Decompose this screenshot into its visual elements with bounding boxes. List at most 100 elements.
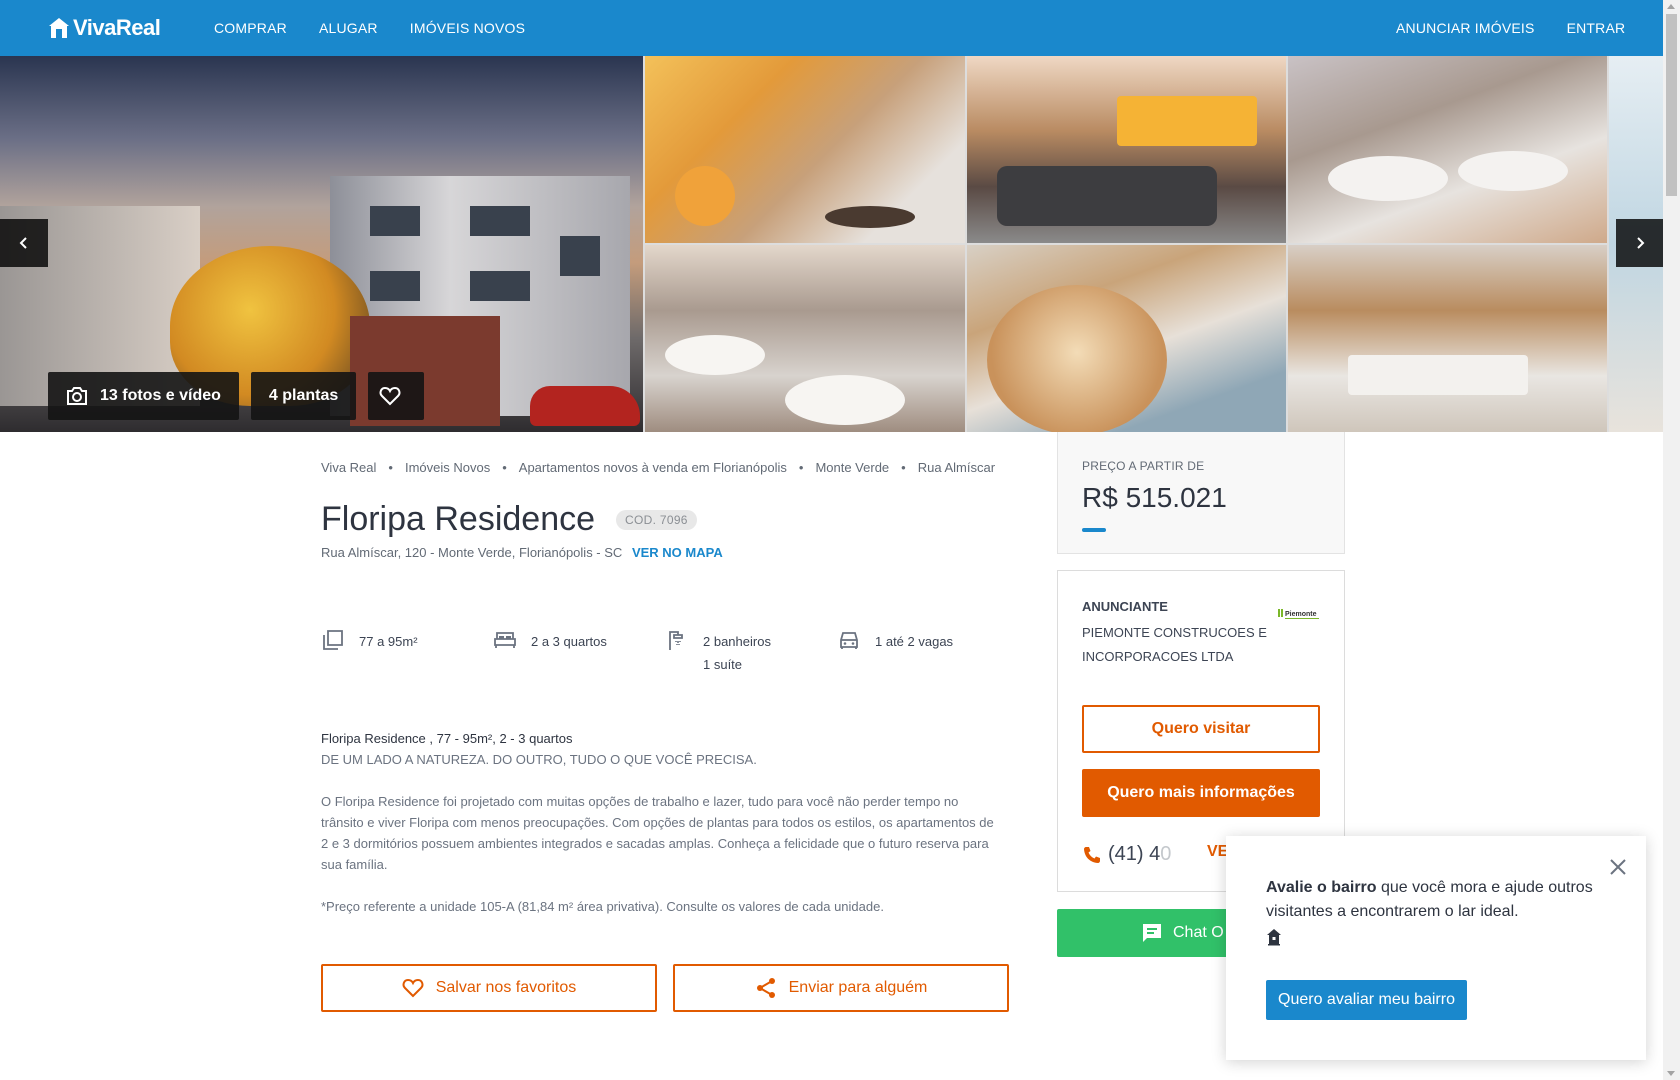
share-label: Enviar para alguém — [788, 979, 928, 996]
breadcrumb-item[interactable]: Rua Almíscar — [918, 460, 995, 475]
description-body: O Floripa Residence foi projetado com mu… — [321, 794, 994, 872]
advertiser-logo[interactable]: Piemonte — [1278, 607, 1322, 621]
bedrooms-value: 2 a 3 quartos — [531, 634, 607, 649]
price-value: R$ 515.021 — [1082, 482, 1227, 513]
shower-icon — [669, 631, 683, 650]
property-features: 77 a 95m² 2 a 3 quartos 2 banheiros 1 su… — [321, 630, 1009, 676]
address-text: Rua Almíscar, 120 - Monte Verde, Florian… — [321, 545, 623, 560]
nav-alugar[interactable]: ALUGAR — [319, 20, 378, 36]
gallery-actions: 13 fotos e vídeo 4 plantas — [48, 372, 425, 420]
main-nav: COMPRAR ALUGAR IMÓVEIS NOVOS — [214, 0, 557, 56]
feature-parking: 1 até 2 vagas — [837, 630, 1009, 676]
phone-number-hidden: 0 — [1160, 843, 1172, 865]
breadcrumb-item[interactable]: Viva Real — [321, 460, 376, 475]
request-info-button[interactable]: Quero mais informações — [1082, 769, 1320, 817]
save-favorites-button[interactable]: Salvar nos favoritos — [321, 964, 657, 1012]
gallery-photo-coworking[interactable] — [1288, 245, 1607, 432]
nav-comprar[interactable]: COMPRAR — [214, 20, 287, 36]
rate-neighborhood-button[interactable]: Quero avaliar meu bairro — [1266, 980, 1467, 1020]
price-card: PREÇO A PARTIR DE R$ 515.021 — [1057, 432, 1345, 554]
area-icon — [323, 630, 343, 650]
vertical-scrollbar[interactable] — [1663, 0, 1680, 1080]
listing-description: Floripa Residence , 77 - 95m², 2 - 3 qua… — [321, 728, 1001, 938]
plans-button[interactable]: 4 plantas — [250, 372, 357, 420]
listing-address: Rua Almíscar, 120 - Monte Verde, Florian… — [321, 545, 723, 560]
advertiser-name[interactable]: PIEMONTE CONSTRUCOES E INCORPORACOES LTD… — [1082, 621, 1272, 669]
price-accent-bar — [1082, 528, 1106, 532]
advertiser-logo-text: Piemonte — [1285, 611, 1317, 618]
popup-message: Avalie o bairro que você mora e ajude ou… — [1266, 876, 1611, 946]
schedule-visit-button[interactable]: Quero visitar — [1082, 705, 1320, 753]
scrollbar-thumb[interactable] — [1666, 14, 1677, 196]
popup-message-bold: Avalie o bairro — [1266, 879, 1377, 896]
description-price-note: *Preço referente a unidade 105-A (81,84 … — [321, 899, 884, 914]
chevron-right-icon — [1637, 237, 1645, 249]
breadcrumb-separator: • — [388, 460, 393, 475]
suites-count: 1 suíte — [703, 657, 743, 672]
car-icon — [840, 632, 858, 649]
title-row: Floripa Residence COD. 7096 — [321, 500, 697, 539]
house-icon — [1267, 929, 1281, 946]
photos-button[interactable]: 13 fotos e vídeo — [48, 372, 239, 420]
parking-value: 1 até 2 vagas — [875, 634, 954, 649]
gallery-prev-button[interactable] — [0, 219, 48, 267]
breadcrumb-item[interactable]: Imóveis Novos — [405, 460, 490, 475]
vivareal-logo[interactable]: VivaReal — [47, 14, 161, 42]
listing-actions: Salvar nos favoritos Enviar para alguém — [321, 964, 1009, 1012]
heart-icon — [402, 978, 424, 998]
description-title: Floripa Residence , 77 - 95m², 2 - 3 qua… — [321, 731, 573, 746]
feature-bedrooms: 2 a 3 quartos — [493, 630, 665, 676]
see-on-map-link[interactable]: VER NO MAPA — [632, 545, 723, 560]
breadcrumb-item[interactable]: Monte Verde — [815, 460, 889, 475]
gallery-photo-dining[interactable] — [645, 245, 965, 432]
logo-text: VivaReal — [73, 15, 161, 40]
plans-label: 4 plantas — [268, 387, 339, 404]
price-label: PREÇO A PARTIR DE — [1082, 459, 1205, 473]
nav-anunciar-imoveis[interactable]: ANUNCIAR IMÓVEIS — [1396, 20, 1535, 36]
description-tagline: DE UM LADO A NATUREZA. DO OUTRO, TUDO O … — [321, 752, 757, 767]
breadcrumb-separator: • — [502, 460, 507, 475]
gallery-photo-party-room[interactable] — [1288, 56, 1607, 243]
bathrooms-count: 2 banheiros — [703, 634, 771, 649]
feature-area: 77 a 95m² — [321, 630, 493, 676]
share-icon — [756, 978, 775, 998]
advertiser-phone[interactable]: (41) 40 — [1082, 843, 1171, 866]
scroll-up-arrow-icon[interactable] — [1667, 4, 1675, 9]
bed-icon — [494, 632, 516, 648]
close-icon[interactable] — [1607, 856, 1629, 878]
nav-entrar[interactable]: ENTRAR — [1567, 20, 1626, 36]
save-favorites-label: Salvar nos favoritos — [435, 979, 577, 996]
feature-bathrooms: 2 banheiros 1 suíte — [665, 630, 837, 676]
gallery-photo-cinema[interactable] — [967, 56, 1286, 243]
breadcrumb: Viva Real • Imóveis Novos • Apartamentos… — [321, 460, 995, 475]
area-value: 77 a 95m² — [359, 634, 418, 649]
chat-icon — [1143, 924, 1161, 942]
gallery-next-button[interactable] — [1616, 219, 1663, 267]
gallery-photo-pet-area[interactable] — [967, 245, 1286, 432]
phone-icon — [1084, 846, 1100, 863]
phone-number: (41) 4 — [1108, 843, 1161, 865]
page: VivaReal COMPRAR ALUGAR IMÓVEIS NOVOS AN… — [0, 0, 1680, 1080]
camera-icon — [67, 387, 87, 405]
photo-gallery: 13 fotos e vídeo 4 plantas — [0, 56, 1663, 432]
chevron-left-icon — [19, 237, 27, 249]
red-car — [530, 386, 640, 426]
heart-icon — [379, 386, 401, 406]
photos-label: 13 fotos e vídeo — [100, 387, 221, 404]
chat-label: Chat O — [1173, 924, 1224, 941]
gallery-favorite-button[interactable] — [368, 372, 425, 420]
top-header: VivaReal COMPRAR ALUGAR IMÓVEIS NOVOS AN… — [0, 0, 1663, 56]
advertiser-label: ANUNCIANTE — [1082, 599, 1168, 614]
share-button[interactable]: Enviar para alguém — [673, 964, 1009, 1012]
breadcrumb-separator: • — [798, 460, 804, 475]
breadcrumb-item[interactable]: Apartamentos novos à venda em Florianópo… — [519, 460, 787, 475]
page-title: Floripa Residence — [321, 500, 596, 538]
bathrooms-value: 2 banheiros 1 suíte — [703, 630, 771, 676]
logo-house-icon — [49, 18, 69, 38]
nav-imoveis-novos[interactable]: IMÓVEIS NOVOS — [410, 20, 525, 36]
scroll-down-arrow-icon[interactable] — [1667, 1071, 1675, 1076]
gallery-photo-gym[interactable] — [645, 56, 965, 243]
account-nav: ANUNCIAR IMÓVEIS ENTRAR — [1396, 0, 1657, 56]
rate-neighborhood-popup: Avalie o bairro que você mora e ajude ou… — [1226, 836, 1646, 1060]
breadcrumb-separator: • — [901, 460, 906, 475]
